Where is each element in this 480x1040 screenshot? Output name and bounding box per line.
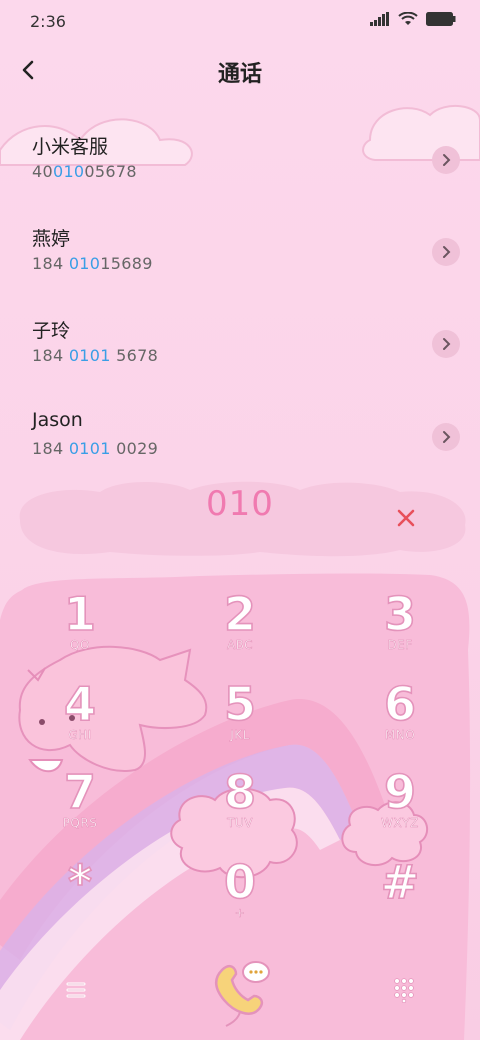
contact-name: 小米客服 xyxy=(32,136,109,158)
dialpad-button[interactable] xyxy=(384,970,424,1010)
key-hash[interactable]: # xyxy=(345,855,455,940)
contact-name: Jason xyxy=(32,409,83,431)
signal-icon xyxy=(370,12,389,26)
key-3[interactable]: 3 DEF xyxy=(345,587,455,672)
contact-detail-button[interactable] xyxy=(432,330,460,358)
contact-detail-button[interactable] xyxy=(432,238,460,266)
battery-icon xyxy=(426,12,456,26)
key-digit: 8 xyxy=(223,765,257,819)
status-time: 2:36 xyxy=(30,12,66,31)
key-1[interactable]: 1 QO xyxy=(25,587,135,672)
key-digit: 4 xyxy=(63,677,97,731)
page-title: 通话 xyxy=(217,62,262,87)
key-letters: JKL xyxy=(230,728,250,743)
key-digit: 6 xyxy=(383,677,417,731)
key-letters: ABC xyxy=(226,638,254,653)
key-9[interactable]: 9 WXYZ xyxy=(345,765,455,850)
key-letters: WXYZ xyxy=(381,816,419,831)
key-4[interactable]: 4 GHI xyxy=(25,677,135,762)
status-icons xyxy=(370,12,456,26)
key-digit: 7 xyxy=(63,765,97,819)
key-5[interactable]: 5 JKL xyxy=(185,677,295,762)
key-8[interactable]: 8 TUV xyxy=(185,765,295,850)
key-7[interactable]: 7 PQRS xyxy=(25,765,135,850)
menu-button[interactable] xyxy=(56,970,96,1010)
phone-call-icon xyxy=(215,961,270,1027)
contact-number: 184 01015689 xyxy=(32,254,153,273)
chevron-right-icon xyxy=(443,338,451,350)
status-bar: 2:36 xyxy=(0,0,480,42)
list-item[interactable]: 小米客服 4001005678 xyxy=(0,132,480,222)
dialpad-icon xyxy=(394,978,414,1003)
list-item[interactable]: 子玲 184 0101 5678 xyxy=(0,316,480,406)
key-letters: GHI xyxy=(68,728,92,743)
key-digit: 1 xyxy=(63,587,97,641)
contact-number: 184 0101 5678 xyxy=(32,346,159,365)
menu-icon xyxy=(66,982,86,998)
key-star[interactable]: * xyxy=(25,855,135,940)
key-2[interactable]: 2 ABC xyxy=(185,587,295,672)
key-digit: 9 xyxy=(383,765,417,819)
key-digit: 3 xyxy=(383,587,417,641)
chevron-right-icon xyxy=(443,154,451,166)
list-item[interactable]: 燕婷 184 01015689 xyxy=(0,224,480,314)
key-digit: * xyxy=(67,855,93,909)
contact-detail-button[interactable] xyxy=(432,423,460,451)
clear-button[interactable] xyxy=(388,500,424,536)
wifi-icon xyxy=(398,12,418,25)
key-letters: DEF xyxy=(387,638,413,653)
key-digit: 5 xyxy=(223,677,257,731)
key-digit: # xyxy=(380,855,420,909)
contact-number: 184 0101 0029 xyxy=(32,439,159,458)
key-digit: 0 xyxy=(223,855,257,909)
chevron-right-icon xyxy=(443,246,451,258)
chevron-right-icon xyxy=(443,431,451,443)
contact-name: 燕婷 xyxy=(32,228,71,250)
key-6[interactable]: 6 MNO xyxy=(345,677,455,762)
dial-display: 010 xyxy=(0,478,480,562)
call-button[interactable] xyxy=(200,950,280,1030)
close-icon xyxy=(397,509,415,527)
key-digit: 2 xyxy=(223,587,257,641)
key-letters: MNO xyxy=(384,728,416,743)
key-letters: PQRS xyxy=(62,816,98,831)
contact-name: 子玲 xyxy=(32,320,71,342)
key-letters: QO xyxy=(70,638,90,653)
dialer-screen: 2:36 通话 小米客服 4001005678 燕婷 184 01015689 … xyxy=(0,0,480,1040)
contact-number: 4001005678 xyxy=(32,162,137,181)
bottom-bar xyxy=(0,940,480,1040)
key-letters: TUV xyxy=(227,816,253,831)
contact-detail-button[interactable] xyxy=(432,146,460,174)
keypad: 1 QO 2 ABC 3 DEF 4 GHI 5 JKL 6 MNO 7 PQR… xyxy=(0,580,480,940)
key-0[interactable]: 0 + xyxy=(185,855,295,940)
key-letters: + xyxy=(234,906,246,921)
header: 通话 xyxy=(0,42,480,104)
